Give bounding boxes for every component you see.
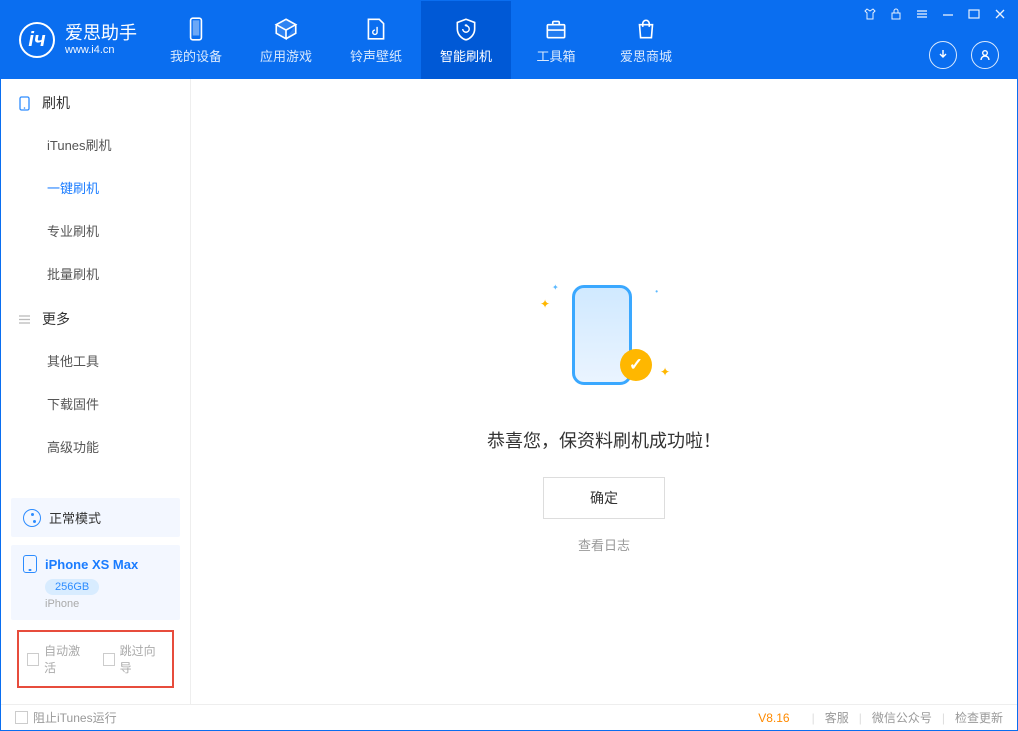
sidebar-item-download-firmware[interactable]: 下载固件 [1, 382, 190, 425]
options-highlight-box: 自动激活 跳过向导 [17, 630, 174, 688]
support-link[interactable]: 客服 [825, 709, 849, 726]
mode-label: 正常模式 [49, 508, 101, 527]
download-button[interactable] [929, 41, 957, 69]
nav-apps-games[interactable]: 应用游戏 [241, 1, 331, 79]
checkbox-auto-activate[interactable]: 自动激活 [27, 642, 89, 676]
device-card[interactable]: iPhone XS Max 256GB iPhone [11, 545, 180, 620]
nav-my-device[interactable]: 我的设备 [151, 1, 241, 79]
wechat-link[interactable]: 微信公众号 [872, 709, 932, 726]
nav-label: 智能刷机 [440, 46, 492, 65]
checkbox-icon [15, 711, 28, 724]
nav-toolbox[interactable]: 工具箱 [511, 1, 601, 79]
briefcase-icon [543, 16, 569, 42]
checkbox-skip-guide[interactable]: 跳过向导 [103, 642, 165, 676]
phone-outline-icon [17, 96, 32, 111]
sidebar-bottom: 正常模式 iPhone XS Max 256GB iPhone 自动激活 跳过向… [1, 488, 190, 704]
sidebar-item-advanced[interactable]: 高级功能 [1, 425, 190, 468]
sidebar-group-flash: 刷机 [1, 79, 190, 123]
shield-refresh-icon [453, 16, 479, 42]
checkbox-label: 自动激活 [44, 642, 88, 676]
check-update-link[interactable]: 检查更新 [955, 709, 1003, 726]
sparkle-icon: ✦ [660, 365, 670, 379]
music-file-icon [363, 16, 389, 42]
device-icon [183, 16, 209, 42]
lock-icon[interactable] [889, 7, 903, 21]
storage-badge: 256GB [45, 579, 99, 595]
maximize-icon[interactable] [967, 7, 981, 21]
main-content: ✦ ✦ • ✦ ✓ 恭喜您，保资料刷机成功啦！ 确定 查看日志 [191, 79, 1017, 704]
nav-label: 应用游戏 [260, 46, 312, 65]
app-subtitle: www.i4.cn [65, 44, 137, 56]
sparkle-icon: • [655, 287, 658, 296]
nav-label: 铃声壁纸 [350, 46, 402, 65]
logo-area: iч 爱思助手 www.i4.cn [1, 22, 151, 58]
sidebar: 刷机 iTunes刷机 一键刷机 专业刷机 批量刷机 更多 其他工具 下载固件 … [1, 79, 191, 704]
menu-icon[interactable] [915, 7, 929, 21]
minimize-icon[interactable] [941, 7, 955, 21]
app-title: 爱思助手 [65, 24, 137, 44]
success-illustration: ✦ ✦ • ✦ ✓ [534, 279, 674, 399]
nav-label: 爱思商城 [620, 46, 672, 65]
checkbox-block-itunes[interactable]: 阻止iTunes运行 [15, 709, 117, 726]
checkbox-icon [27, 653, 39, 666]
sparkle-icon: ✦ [552, 283, 559, 292]
header-actions [929, 41, 999, 69]
app-logo-icon: iч [19, 22, 55, 58]
checkbox-label: 跳过向导 [120, 642, 164, 676]
sidebar-item-itunes-flash[interactable]: iTunes刷机 [1, 123, 190, 166]
sidebar-item-pro-flash[interactable]: 专业刷机 [1, 209, 190, 252]
window-controls [863, 7, 1007, 21]
list-icon [17, 312, 32, 327]
phone-icon [23, 555, 37, 573]
nav-store[interactable]: 爱思商城 [601, 1, 691, 79]
view-log-link[interactable]: 查看日志 [578, 535, 630, 554]
bag-icon [633, 16, 659, 42]
app-header: iч 爱思助手 www.i4.cn 我的设备 应用游戏 铃声壁纸 智能刷机 工具… [1, 1, 1017, 79]
cube-icon [273, 16, 299, 42]
confirm-button[interactable]: 确定 [543, 477, 665, 519]
nav-label: 我的设备 [170, 46, 222, 65]
user-button[interactable] [971, 41, 999, 69]
check-badge-icon: ✓ [620, 349, 652, 381]
checkbox-label: 阻止iTunes运行 [33, 709, 117, 726]
sparkle-icon: ✦ [540, 297, 550, 311]
checkbox-icon [103, 653, 115, 666]
mode-card[interactable]: 正常模式 [11, 498, 180, 537]
app-body: 刷机 iTunes刷机 一键刷机 专业刷机 批量刷机 更多 其他工具 下载固件 … [1, 79, 1017, 704]
sidebar-item-other-tools[interactable]: 其他工具 [1, 339, 190, 382]
group-title: 更多 [42, 309, 70, 329]
sidebar-item-oneclick-flash[interactable]: 一键刷机 [1, 166, 190, 209]
nav-label: 工具箱 [536, 46, 575, 65]
close-icon[interactable] [993, 7, 1007, 21]
main-nav: 我的设备 应用游戏 铃声壁纸 智能刷机 工具箱 爱思商城 [151, 1, 691, 79]
version-label: V8.16 [758, 711, 789, 725]
nav-ringtones[interactable]: 铃声壁纸 [331, 1, 421, 79]
success-message: 恭喜您，保资料刷机成功啦！ [487, 427, 721, 453]
device-name: iPhone XS Max [45, 557, 138, 572]
sidebar-group-more: 更多 [1, 295, 190, 339]
shirt-icon[interactable] [863, 7, 877, 21]
mode-icon [23, 509, 41, 527]
sidebar-item-batch-flash[interactable]: 批量刷机 [1, 252, 190, 295]
group-title: 刷机 [42, 93, 70, 113]
nav-smart-flash[interactable]: 智能刷机 [421, 1, 511, 79]
device-type: iPhone [45, 598, 168, 610]
status-bar: 阻止iTunes运行 V8.16 | 客服 | 微信公众号 | 检查更新 [1, 704, 1017, 730]
